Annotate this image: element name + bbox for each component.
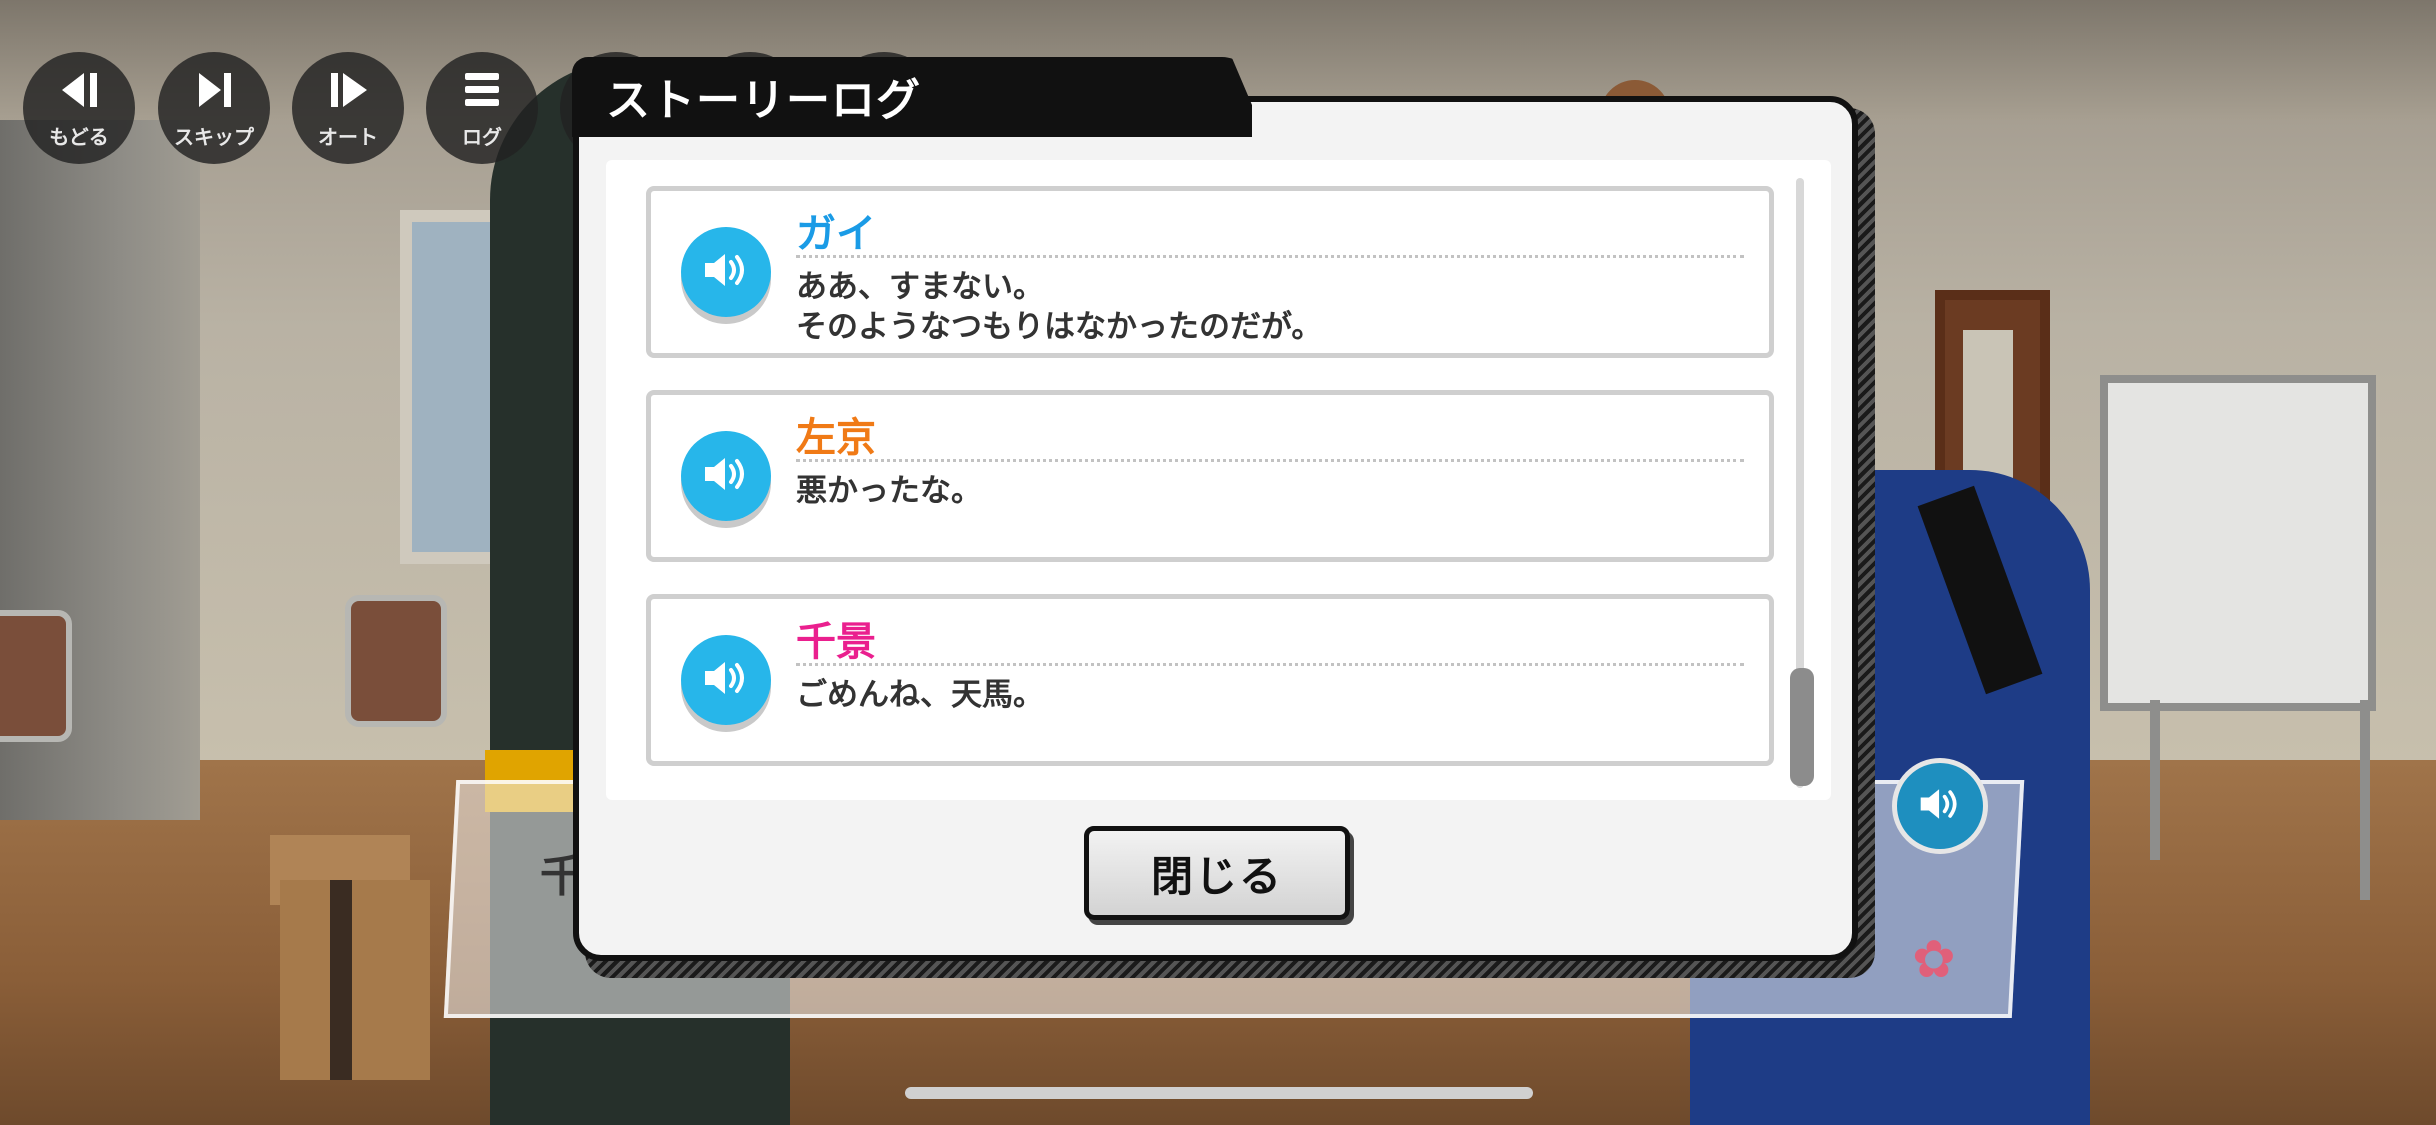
back-icon xyxy=(54,67,104,117)
story-log-list[interactable]: ガイ ああ、すまない。 そのようなつもりはなかったのだが。 左京 悪かったな。 … xyxy=(606,160,1831,800)
back-label: もどる xyxy=(49,124,109,149)
voice-play-button[interactable] xyxy=(681,635,771,725)
dotted-divider xyxy=(796,663,1744,666)
whiteboard-stand xyxy=(2360,700,2370,900)
whiteboard-stand xyxy=(2150,700,2160,860)
speaker-icon xyxy=(701,250,751,294)
folding-chair xyxy=(0,610,72,742)
skip-icon xyxy=(189,67,239,117)
log-text: ごめんね、天馬。 xyxy=(796,677,1044,713)
speaker-icon xyxy=(701,658,751,702)
speaker-name: ガイ xyxy=(796,211,876,257)
cardboard-box xyxy=(280,880,430,1080)
dotted-divider xyxy=(796,459,1744,462)
folding-chair xyxy=(345,595,447,727)
speaker-name: 千景 xyxy=(796,619,876,665)
back-button[interactable]: もどる xyxy=(23,52,135,164)
close-button[interactable]: 閉じる xyxy=(1084,826,1350,920)
auto-play-icon xyxy=(323,67,373,117)
flower-icon: ✿ xyxy=(1912,930,1956,990)
log-text: 悪かったな。 xyxy=(796,473,982,509)
skip-button[interactable]: スキップ xyxy=(158,52,270,164)
speaker-name: 左京 xyxy=(796,415,876,461)
speaker-icon xyxy=(701,454,751,498)
dotted-divider xyxy=(796,255,1744,258)
scrollbar-thumb[interactable] xyxy=(1790,668,1814,786)
menu-list-icon xyxy=(457,67,507,117)
log-text: ああ、すまない。 そのようなつもりはなかったのだが。 xyxy=(796,269,1323,345)
log-label: ログ xyxy=(462,124,502,149)
voice-play-button[interactable] xyxy=(681,227,771,317)
auto-label: オート xyxy=(318,124,378,149)
home-indicator[interactable] xyxy=(905,1087,1533,1099)
log-entry: 千景 ごめんね、天馬。 xyxy=(646,594,1774,766)
log-entry: ガイ ああ、すまない。 そのようなつもりはなかったのだが。 xyxy=(646,186,1774,358)
log-button[interactable]: ログ xyxy=(426,52,538,164)
message-voice-button[interactable] xyxy=(1892,758,1988,854)
skip-label: スキップ xyxy=(174,124,254,149)
speaker-icon xyxy=(1917,785,1963,827)
voice-play-button[interactable] xyxy=(681,431,771,521)
log-entry: 左京 悪かったな。 xyxy=(646,390,1774,562)
whiteboard xyxy=(2100,375,2376,711)
dialog-title: ストーリーログ xyxy=(606,75,921,126)
auto-button[interactable]: オート xyxy=(292,52,404,164)
